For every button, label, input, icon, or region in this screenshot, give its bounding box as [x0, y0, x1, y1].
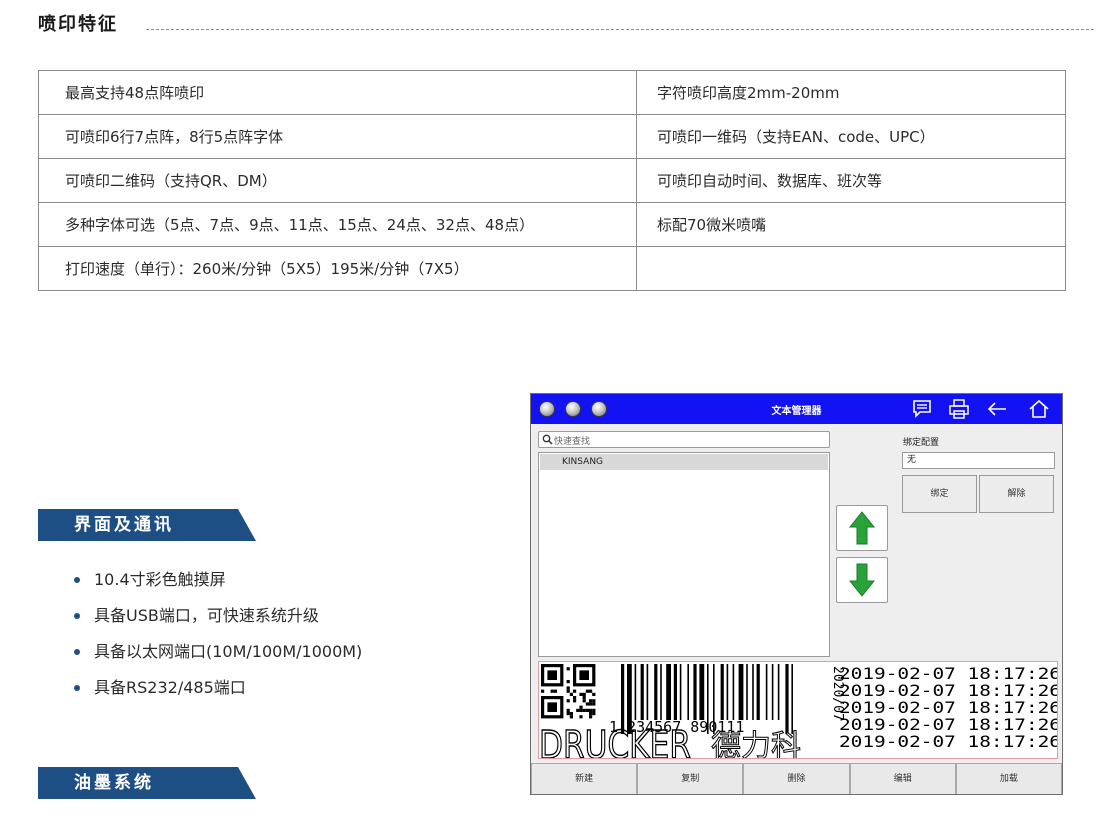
print-preview: 1 234567 890111 DRUCKER 德力科 2020/07 2019… [538, 661, 1058, 759]
new-button[interactable]: 新建 [531, 763, 638, 794]
message-icon[interactable] [911, 399, 933, 419]
table-row: 可喷印二维码（支持QR、DM） 可喷印自动时间、数据库、班次等 [38, 158, 1066, 203]
list-item: 10.4寸彩色触摸屏 [74, 569, 362, 605]
home-icon[interactable] [1028, 399, 1050, 419]
spec-table: 最高支持48点阵喷印 字符喷印高度2mm-20mm 可喷印6行7点阵，8行5点阵… [38, 70, 1066, 291]
section-divider [146, 29, 1094, 30]
spec-cell: 可喷印自动时间、数据库、班次等 [636, 158, 1066, 203]
ink-system-tag: 油墨系统 [38, 767, 256, 799]
load-button[interactable]: 加载 [955, 763, 1062, 794]
bind-button[interactable]: 绑定 [902, 475, 977, 513]
printer-icon[interactable] [948, 399, 970, 419]
file-list[interactable]: KINSANG [538, 452, 830, 657]
up-arrow-icon [848, 511, 876, 545]
list-item: 具备USB端口，可快速系统升级 [74, 605, 362, 641]
table-row: 多种字体可选（5点、7点、9点、11点、15点、24点、32点、48点） 标配7… [38, 202, 1066, 247]
table-row: 打印速度（单行）：260米/分钟（5X5）195米/分钟（7X5） [38, 246, 1066, 291]
search-input[interactable]: 快速查找 [538, 431, 830, 448]
search-icon [542, 434, 553, 445]
section-title: 喷印特征 [38, 14, 118, 35]
device-screen: 文本管理器 快速查找 KINSANG 绑定配置 无 绑定 解除 1 234567… [530, 393, 1063, 795]
list-item: 具备RS232/485端口 [74, 677, 362, 713]
spec-cell: 打印速度（单行）：260米/分钟（5X5）195米/分钟（7X5） [38, 246, 637, 291]
title-bar: 文本管理器 [531, 394, 1062, 424]
date-line: 2019-02-07 18:17:26 [839, 732, 1058, 751]
move-up-button[interactable] [836, 505, 888, 551]
delete-button[interactable]: 删除 [743, 763, 850, 794]
preview-canvas: 1 234567 890111 DRUCKER 德力科 2020/07 2019… [539, 664, 1058, 759]
app-title: 文本管理器 [771, 406, 822, 417]
down-arrow-icon [848, 563, 876, 597]
spec-cell: 字符喷印高度2mm-20mm [636, 70, 1066, 115]
feature-list: 10.4寸彩色触摸屏 具备USB端口，可快速系统升级 具备以太网端口(10M/1… [74, 569, 362, 713]
search-placeholder: 快速查找 [554, 437, 591, 447]
edit-button[interactable]: 编辑 [849, 763, 956, 794]
bottom-action-bar: 新建 复制 删除 编辑 加载 [531, 763, 1062, 794]
back-arrow-icon[interactable] [986, 399, 1008, 419]
spec-cell: 可喷印6行7点阵，8行5点阵字体 [38, 114, 637, 159]
spec-cell: 可喷印二维码（支持QR、DM） [38, 158, 637, 203]
spec-cell: 标配70微米喷嘴 [636, 202, 1066, 247]
bind-config-select[interactable]: 无 [902, 452, 1055, 469]
copy-button[interactable]: 复制 [637, 763, 744, 794]
spec-cell [636, 246, 1066, 291]
list-item[interactable]: KINSANG [540, 454, 828, 470]
spec-cell: 多种字体可选（5点、7点、9点、11点、15点、24点、32点、48点） [38, 202, 637, 247]
qr-code [541, 664, 596, 719]
unbind-button[interactable]: 解除 [979, 475, 1054, 513]
list-item: 具备以太网端口(10M/100M/1000M) [74, 641, 362, 677]
move-down-button[interactable] [836, 557, 888, 603]
spec-cell: 最高支持48点阵喷印 [38, 70, 637, 115]
brand-cn: 德力科 [711, 729, 801, 759]
bind-config-label: 绑定配置 [903, 438, 940, 448]
brand-latin: DRUCKER [539, 723, 691, 759]
table-row: 可喷印6行7点阵，8行5点阵字体 可喷印一维码（支持EAN、code、UPC） [38, 114, 1066, 159]
ui-comm-tag: 界面及通讯 [38, 509, 256, 541]
spec-cell: 可喷印一维码（支持EAN、code、UPC） [636, 114, 1066, 159]
table-row: 最高支持48点阵喷印 字符喷印高度2mm-20mm [38, 70, 1066, 115]
